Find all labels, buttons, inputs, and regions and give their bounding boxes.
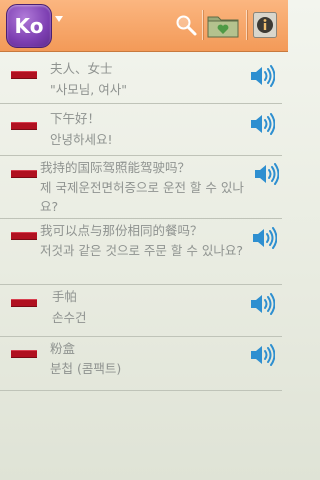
folder-heart-icon [207, 16, 239, 38]
china-flag-icon [11, 232, 37, 240]
language-dropdown-icon[interactable] [55, 16, 63, 22]
china-flag-icon [11, 71, 37, 79]
header-divider [202, 10, 203, 40]
header-divider [246, 10, 247, 40]
speaker-icon[interactable] [253, 161, 279, 187]
list-item[interactable]: 下午好！ 안녕하세요! [0, 103, 282, 156]
chinese-phrase: 下午好！ [50, 111, 101, 126]
korean-phrase: 손수건 [52, 310, 87, 325]
korean-phrase: 안녕하세요! [50, 132, 113, 147]
chinese-phrase: 我可以点与那份相同的餐吗？ [40, 223, 203, 238]
korean-phrase: 저것과 같은 것으로 주문 할 수 있나요? [40, 243, 243, 258]
chinese-phrase: 夫人、女士 [50, 61, 113, 76]
speaker-icon[interactable] [249, 291, 275, 317]
app-header: Ko [0, 0, 288, 52]
list-item[interactable]: 夫人、女士 "사모님, 여사" [0, 52, 282, 104]
speaker-icon[interactable] [249, 342, 275, 368]
list-item[interactable]: 我持的国际驾照能驾驶吗？ 제 국제운전면허증으로 운전 할 수 있나요? [0, 155, 282, 219]
favorites-button[interactable] [205, 7, 241, 43]
china-flag-icon [11, 170, 37, 178]
info-button[interactable] [252, 7, 278, 43]
chinese-phrase: 手帕 [52, 289, 78, 304]
list-item[interactable]: 我可以点与那份相同的餐吗？ 저것과 같은 것으로 주문 할 수 있나요? [0, 218, 282, 285]
china-flag-icon [11, 122, 37, 130]
language-logo[interactable]: Ko [6, 4, 52, 48]
speaker-icon[interactable] [249, 63, 275, 89]
korean-phrase: "사모님, 여사" [50, 82, 127, 97]
list-item[interactable]: 手帕 손수건 [0, 284, 282, 337]
korean-phrase: 제 국제운전면허증으로 운전 할 수 있나요? [40, 180, 244, 214]
china-flag-icon [11, 299, 37, 307]
speaker-icon[interactable] [251, 225, 277, 251]
search-button[interactable] [172, 7, 200, 43]
chinese-phrase: 粉盒 [50, 341, 76, 356]
korean-phrase: 분첩 (콤팩트) [50, 361, 122, 376]
info-icon [253, 12, 277, 38]
chinese-phrase: 我持的国际驾照能驾驶吗？ [40, 160, 191, 175]
search-icon [176, 15, 197, 36]
list-item[interactable]: 粉盒 분첩 (콤팩트) [0, 336, 282, 391]
china-flag-icon [11, 350, 37, 358]
speaker-icon[interactable] [249, 111, 275, 137]
